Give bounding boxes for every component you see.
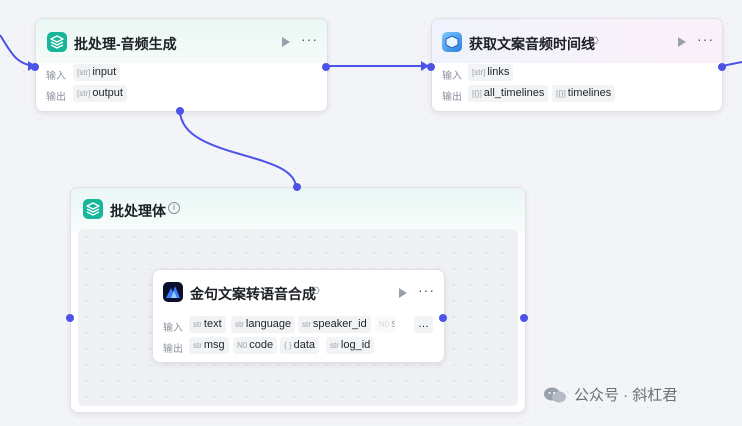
node-batch-audio-gen[interactable]: 批处理-音频生成 ··· 输入 [str] input 输出 [str] outpu…	[31, 18, 330, 115]
input-param-tag: str text	[189, 316, 226, 333]
output-port[interactable]	[322, 63, 330, 71]
input-param-tag-faded: N0 s	[375, 316, 395, 333]
batch-input-port[interactable]	[293, 183, 301, 191]
input-param-tag: [str] links	[468, 64, 514, 81]
output-label: 输出	[442, 92, 462, 103]
input-param-tag: str speaker_id	[298, 316, 371, 333]
more-dots-icon[interactable]: ···	[697, 31, 714, 47]
input-param-tag: str language	[231, 316, 296, 333]
output-param-tag: str log_id	[326, 337, 375, 354]
input-label: 输入	[163, 323, 183, 334]
node-title: 金句文案转语音合成	[190, 286, 316, 302]
node-audio-timeline[interactable]: 获取文案音频时间线 ⎔ ··· 输入 [str] links 输出 [{}] all…	[427, 18, 726, 112]
play-icon[interactable]	[282, 37, 290, 47]
node-title: 批处理体	[110, 203, 166, 219]
plugin-icon: ⎔	[311, 286, 320, 297]
watermark-text: 公众号 · 斜杠君	[574, 387, 678, 404]
batch-body-port[interactable]	[176, 107, 184, 115]
output-label: 输出	[163, 344, 183, 355]
more-inputs-button[interactable]: …	[414, 316, 433, 333]
node-title: 获取文案音频时间线	[469, 36, 595, 52]
input-label: 输入	[442, 71, 462, 82]
info-icon: i	[168, 202, 180, 214]
more-dots-icon[interactable]: ···	[418, 282, 435, 298]
wire-incoming	[0, 34, 37, 67]
play-icon[interactable]	[678, 37, 686, 47]
output-label: 输出	[46, 92, 66, 103]
node-tts[interactable]: 金句文案转语音合成 ⎔ ··· 输入 str text str language s…	[152, 269, 447, 363]
output-param-tag: N0 code	[233, 337, 278, 354]
node-title: 批处理-音频生成	[74, 36, 177, 52]
output-port[interactable]	[439, 314, 447, 322]
output-port[interactable]	[718, 63, 726, 71]
output-param-tag: [{}] timelines	[552, 85, 616, 102]
output-param-tag: [str] output	[73, 85, 127, 102]
stack-layers-icon	[47, 32, 67, 52]
wire-audio-to-batch	[179, 109, 297, 189]
output-param-tag: [{}] all_timelines	[468, 85, 549, 102]
output-param-tag: str msg	[189, 337, 229, 354]
wechat-icon	[544, 387, 566, 403]
input-port[interactable]	[31, 63, 39, 71]
stack-layers-icon	[83, 199, 103, 219]
more-dots-icon[interactable]: ···	[301, 31, 318, 47]
plugin-icon: ⎔	[590, 36, 599, 47]
app-cube-icon	[442, 32, 462, 52]
output-param-tag: { } data	[280, 337, 319, 354]
mountain-logo-icon	[163, 282, 183, 302]
input-param-tag: [str] input	[73, 64, 121, 81]
input-port[interactable]	[427, 63, 435, 71]
input-port[interactable]	[66, 314, 74, 322]
output-port[interactable]	[520, 314, 528, 322]
input-label: 输入	[46, 71, 66, 82]
play-icon[interactable]	[399, 288, 407, 298]
